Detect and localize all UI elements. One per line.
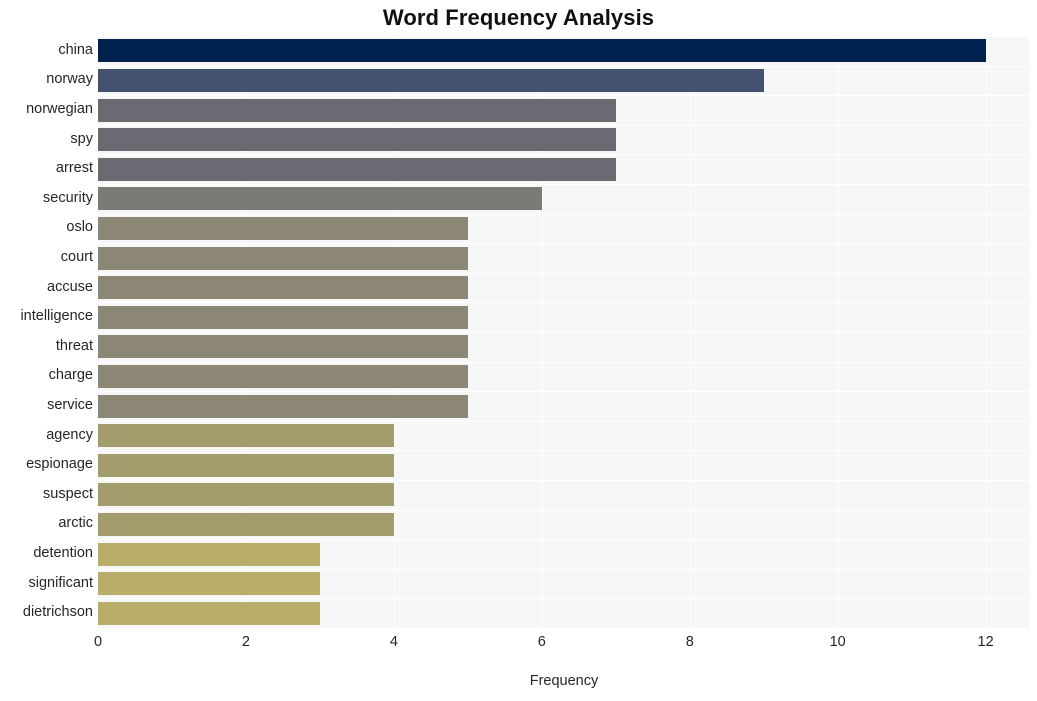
horizontal-gridline [98, 421, 1030, 422]
x-axis-tick-label: 12 [977, 634, 994, 650]
bar [98, 39, 986, 63]
y-axis-tick-label: significant [28, 574, 93, 591]
y-axis-tick-label: service [47, 397, 93, 413]
bar [98, 394, 468, 418]
y-axis-tick-label: security [43, 189, 93, 206]
word-frequency-chart: Word Frequency Analysis china norway norwe… [0, 0, 1037, 701]
y-axis-tick-label: accuse [47, 278, 93, 295]
chart-title: Word Frequency Analysis [382, 5, 655, 30]
x-axis-tick-label: 6 [537, 634, 546, 650]
horizontal-gridline [98, 243, 1030, 244]
horizontal-gridline [98, 480, 1030, 481]
x-axis-tick-label: 2 [241, 634, 250, 650]
horizontal-gridline [98, 154, 1030, 155]
bar [98, 68, 764, 92]
x-axis-tick-label: 8 [685, 634, 694, 650]
y-axis-tick-label: arrest [55, 160, 93, 177]
y-axis-tick-label: espionage [26, 456, 93, 473]
bar [98, 424, 394, 448]
y-axis-tick-label: agency [46, 426, 93, 443]
bar [98, 305, 468, 329]
horizontal-gridline [98, 569, 1030, 570]
x-axis-label: Frequency [529, 673, 599, 689]
horizontal-gridline [98, 362, 1030, 363]
y-axis-tick-label: suspect [43, 485, 93, 502]
x-axis-tick-label: 4 [389, 634, 398, 650]
y-axis-tick-label: dietrichson [22, 604, 93, 621]
bar [98, 157, 616, 181]
y-axis-tick-label: court [60, 249, 93, 265]
horizontal-gridline [98, 95, 1030, 96]
bar [98, 216, 468, 240]
y-axis-tick-label: charge [48, 367, 93, 384]
bar [98, 572, 320, 596]
y-axis-tick-label: oslo [66, 219, 93, 236]
horizontal-gridline [98, 125, 1030, 126]
vertical-gridline [837, 36, 839, 628]
bar [98, 453, 394, 477]
horizontal-gridline [98, 391, 1030, 392]
horizontal-gridline [98, 510, 1030, 511]
bar [98, 512, 394, 536]
y-axis-tick-label: detention [33, 545, 93, 561]
y-axis-tick-label: spy [70, 130, 93, 147]
y-axis-tick-label: norway [46, 71, 93, 88]
bar [98, 98, 616, 122]
vertical-gridline [541, 36, 543, 628]
bar [98, 335, 468, 359]
horizontal-gridline [98, 450, 1030, 451]
y-axis-tick-label: arctic [58, 515, 93, 532]
horizontal-gridline [98, 66, 1030, 67]
y-axis-tick-label: intelligence [20, 308, 93, 325]
y-axis-tick-label: china [58, 41, 93, 58]
bar [98, 542, 320, 566]
plot-area [98, 36, 1030, 628]
y-axis-tick-label: threat [55, 337, 93, 354]
vertical-gridline [985, 36, 987, 628]
horizontal-gridline [98, 598, 1030, 599]
vertical-gridline [245, 36, 247, 628]
horizontal-gridline [98, 214, 1030, 215]
bar [98, 128, 616, 152]
x-axis-tick-label: 10 [829, 634, 846, 650]
horizontal-gridline [98, 36, 1030, 37]
bar [98, 483, 394, 507]
bar [98, 364, 468, 388]
bar [98, 246, 468, 270]
horizontal-gridline [98, 302, 1030, 303]
bar [98, 187, 542, 211]
vertical-gridline [689, 36, 691, 628]
horizontal-gridline [98, 184, 1030, 185]
horizontal-gridline [98, 273, 1030, 274]
horizontal-gridline [98, 539, 1030, 540]
horizontal-gridline [98, 332, 1030, 333]
x-axis-tick-label: 0 [93, 634, 103, 650]
vertical-gridline [393, 36, 395, 628]
y-axis-tick-label: norwegian [26, 101, 93, 117]
bar [98, 276, 468, 300]
bar [98, 601, 320, 625]
